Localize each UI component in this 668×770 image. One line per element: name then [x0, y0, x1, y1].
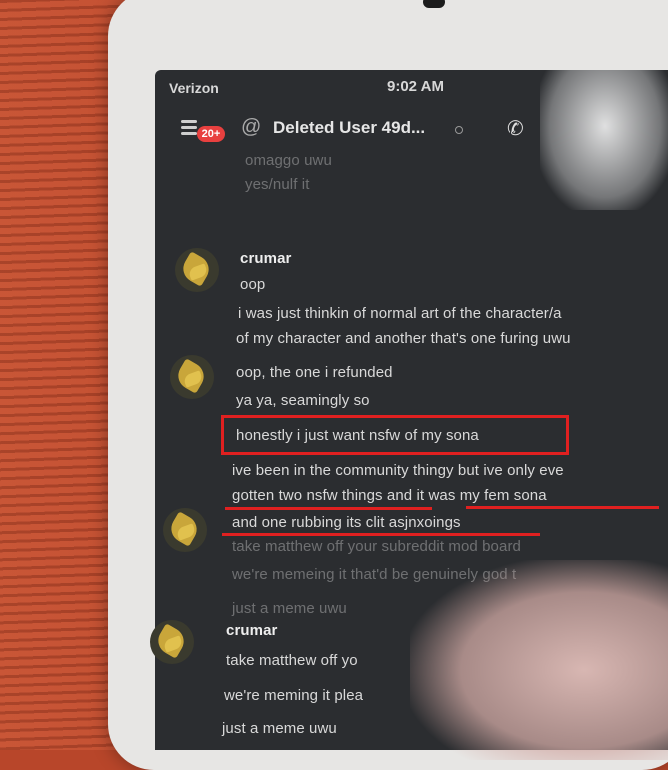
message-text: of my character and another that's one f…	[236, 330, 571, 347]
carrier-label: Verizon	[169, 80, 219, 96]
message-text: and one rubbing its clit asjnxoings	[232, 514, 461, 531]
message-text: oop	[240, 276, 266, 293]
message-text: yes/nulf it	[245, 176, 310, 193]
avatar[interactable]	[163, 508, 207, 552]
red-highlight-box	[221, 415, 569, 455]
avatar[interactable]	[175, 248, 219, 292]
red-underline	[225, 507, 432, 510]
offline-status-icon	[455, 126, 463, 134]
avatar[interactable]	[170, 355, 214, 399]
red-underline	[222, 533, 540, 536]
message-text: gotten two nsfw things and it was my fem…	[232, 487, 547, 504]
message-text: take matthew off your subreddit mod boar…	[232, 538, 521, 555]
username[interactable]: crumar	[240, 250, 291, 267]
message-text: we're meming it plea	[224, 687, 364, 704]
phone-speaker	[423, 0, 445, 8]
username[interactable]: crumar	[226, 622, 277, 639]
message-text: oop, the one i refunded	[236, 364, 393, 381]
message-text: ive been in the community thingy but ive…	[232, 462, 564, 479]
message-text: i was just thinkin of normal art of the …	[238, 305, 562, 322]
avatar[interactable]	[150, 620, 194, 664]
message-text: take matthew off yo	[226, 652, 358, 669]
message-text: just a meme uwu	[222, 720, 337, 737]
message-text: omaggo uwu	[245, 152, 332, 169]
screen-glare	[540, 70, 668, 210]
red-underline	[466, 506, 659, 509]
hamburger-menu-icon[interactable]	[181, 120, 197, 138]
phone-call-icon[interactable]: ✆	[507, 116, 524, 141]
finger-blur	[410, 560, 668, 760]
notification-badge: 20+	[197, 126, 225, 142]
message-text: just a meme uwu	[232, 600, 347, 617]
at-mention-icon: @	[241, 116, 262, 138]
message-text: ya ya, seamingly so	[236, 392, 370, 409]
channel-title[interactable]: Deleted User 49d...	[273, 118, 425, 138]
clock: 9:02 AM	[387, 78, 444, 95]
